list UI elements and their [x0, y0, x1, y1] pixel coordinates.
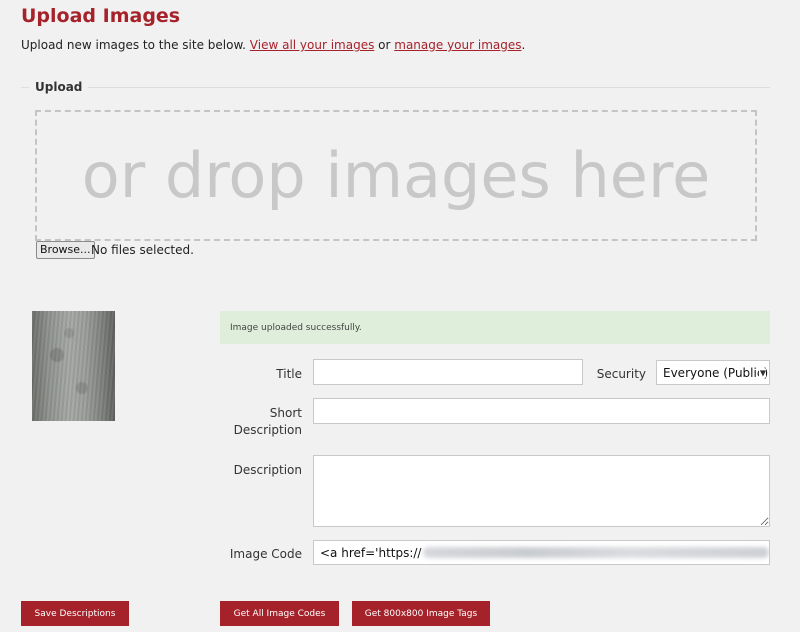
chevron-down-icon: ▼ — [758, 368, 766, 377]
short-description-label: Short Description — [233, 406, 302, 437]
title-label: Title — [276, 367, 302, 381]
browse-button[interactable]: Browse... — [36, 241, 95, 259]
description-label: Description — [233, 463, 302, 477]
save-descriptions-button[interactable]: Save Descriptions — [21, 601, 129, 626]
upload-section-divider — [21, 87, 770, 88]
title-input[interactable] — [313, 359, 583, 385]
get-all-image-codes-button[interactable]: Get All Image Codes — [220, 601, 339, 626]
upload-success-message: Image uploaded successfully. — [230, 322, 362, 333]
intro-before: Upload new images to the site below. — [21, 38, 250, 52]
view-all-images-link[interactable]: View all your images — [250, 38, 375, 52]
page-title: Upload Images — [21, 5, 181, 27]
upload-section-legend: Upload — [29, 80, 89, 94]
image-code-label: Image Code — [229, 547, 302, 561]
manage-images-link[interactable]: manage your images — [394, 38, 521, 52]
uploaded-image-thumbnail — [32, 311, 115, 421]
security-label: Security — [596, 367, 646, 381]
redacted-code-region — [423, 547, 769, 558]
image-code-field[interactable]: <a href='https:// — [313, 540, 770, 565]
file-selection-status: No files selected. — [91, 243, 194, 257]
intro-end: . — [521, 38, 526, 52]
intro-text: Upload new images to the site below. Vie… — [21, 38, 525, 52]
dropzone-text: or drop images here — [81, 139, 711, 212]
image-dropzone[interactable]: or drop images here — [35, 110, 757, 241]
image-code-prefix: <a href='https:// — [320, 545, 422, 560]
description-textarea[interactable] — [313, 455, 770, 527]
security-select[interactable]: Everyone (Public) ▼ — [656, 360, 770, 385]
short-description-input[interactable] — [313, 398, 770, 424]
intro-middle: or — [374, 38, 395, 52]
security-selected-value: Everyone (Public) — [663, 365, 769, 380]
get-800x800-image-tags-button[interactable]: Get 800x800 Image Tags — [352, 601, 490, 626]
upload-success-alert: Image uploaded successfully. — [220, 311, 770, 344]
